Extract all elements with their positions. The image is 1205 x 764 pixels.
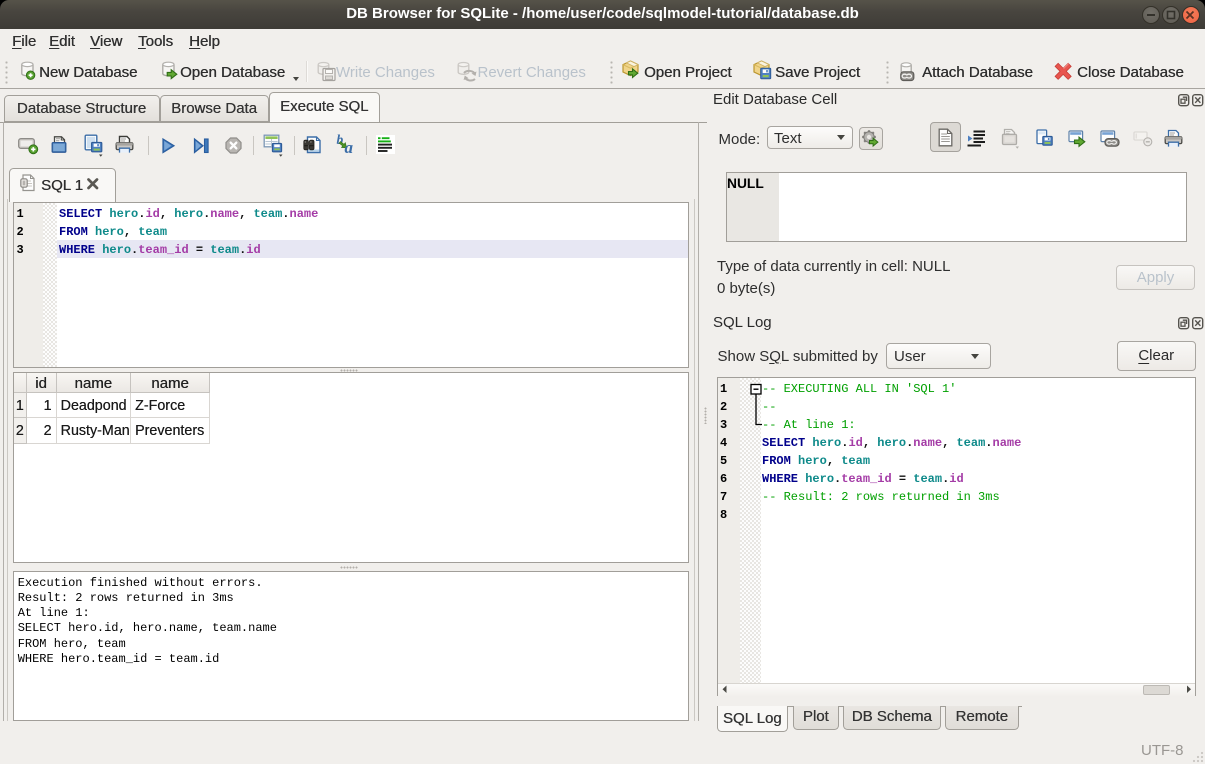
svg-text:a: a <box>345 138 354 157</box>
